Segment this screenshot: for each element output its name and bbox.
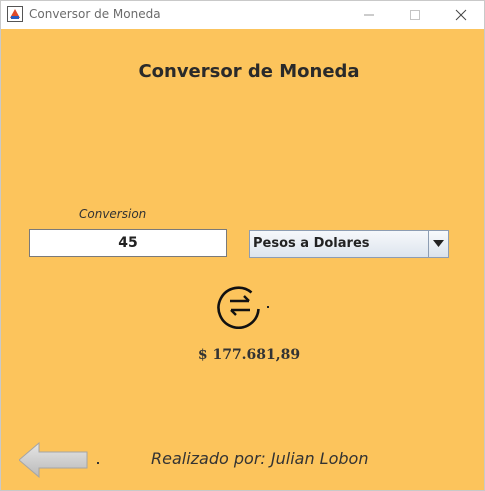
java-icon	[7, 6, 23, 22]
conversion-result: $ 177.681,89	[197, 347, 301, 363]
conversion-type-select[interactable]: Pesos a Dolares	[249, 230, 449, 258]
decorative-dot	[97, 462, 99, 464]
back-arrow-icon	[18, 441, 88, 479]
back-button[interactable]	[18, 441, 89, 479]
main-panel: Conversor de Moneda Conversion Pesos a D…	[1, 29, 484, 490]
convert-button[interactable]	[217, 283, 263, 330]
credit-text: Realizado por: Julian Lobon	[151, 449, 369, 468]
minimize-button[interactable]	[346, 1, 392, 29]
chevron-down-icon	[433, 240, 444, 247]
maximize-icon	[410, 10, 420, 20]
dropdown-arrow-button[interactable]	[428, 231, 448, 257]
close-icon	[455, 9, 467, 21]
title-bar[interactable]: Conversor de Moneda	[1, 1, 484, 29]
page-title: Conversor de Moneda	[138, 61, 360, 82]
amount-input[interactable]	[29, 229, 227, 257]
conversion-label: Conversion	[79, 207, 147, 221]
close-button[interactable]	[438, 1, 484, 29]
minimize-icon	[364, 14, 374, 16]
conversion-type-value: Pesos a Dolares	[253, 236, 370, 251]
decorative-dot	[267, 306, 269, 308]
app-window: Conversor de Moneda Conversor de Moneda …	[0, 0, 485, 491]
window-title: Conversor de Moneda	[29, 7, 161, 21]
maximize-button[interactable]	[392, 1, 438, 29]
swap-arrows-icon	[217, 286, 260, 330]
